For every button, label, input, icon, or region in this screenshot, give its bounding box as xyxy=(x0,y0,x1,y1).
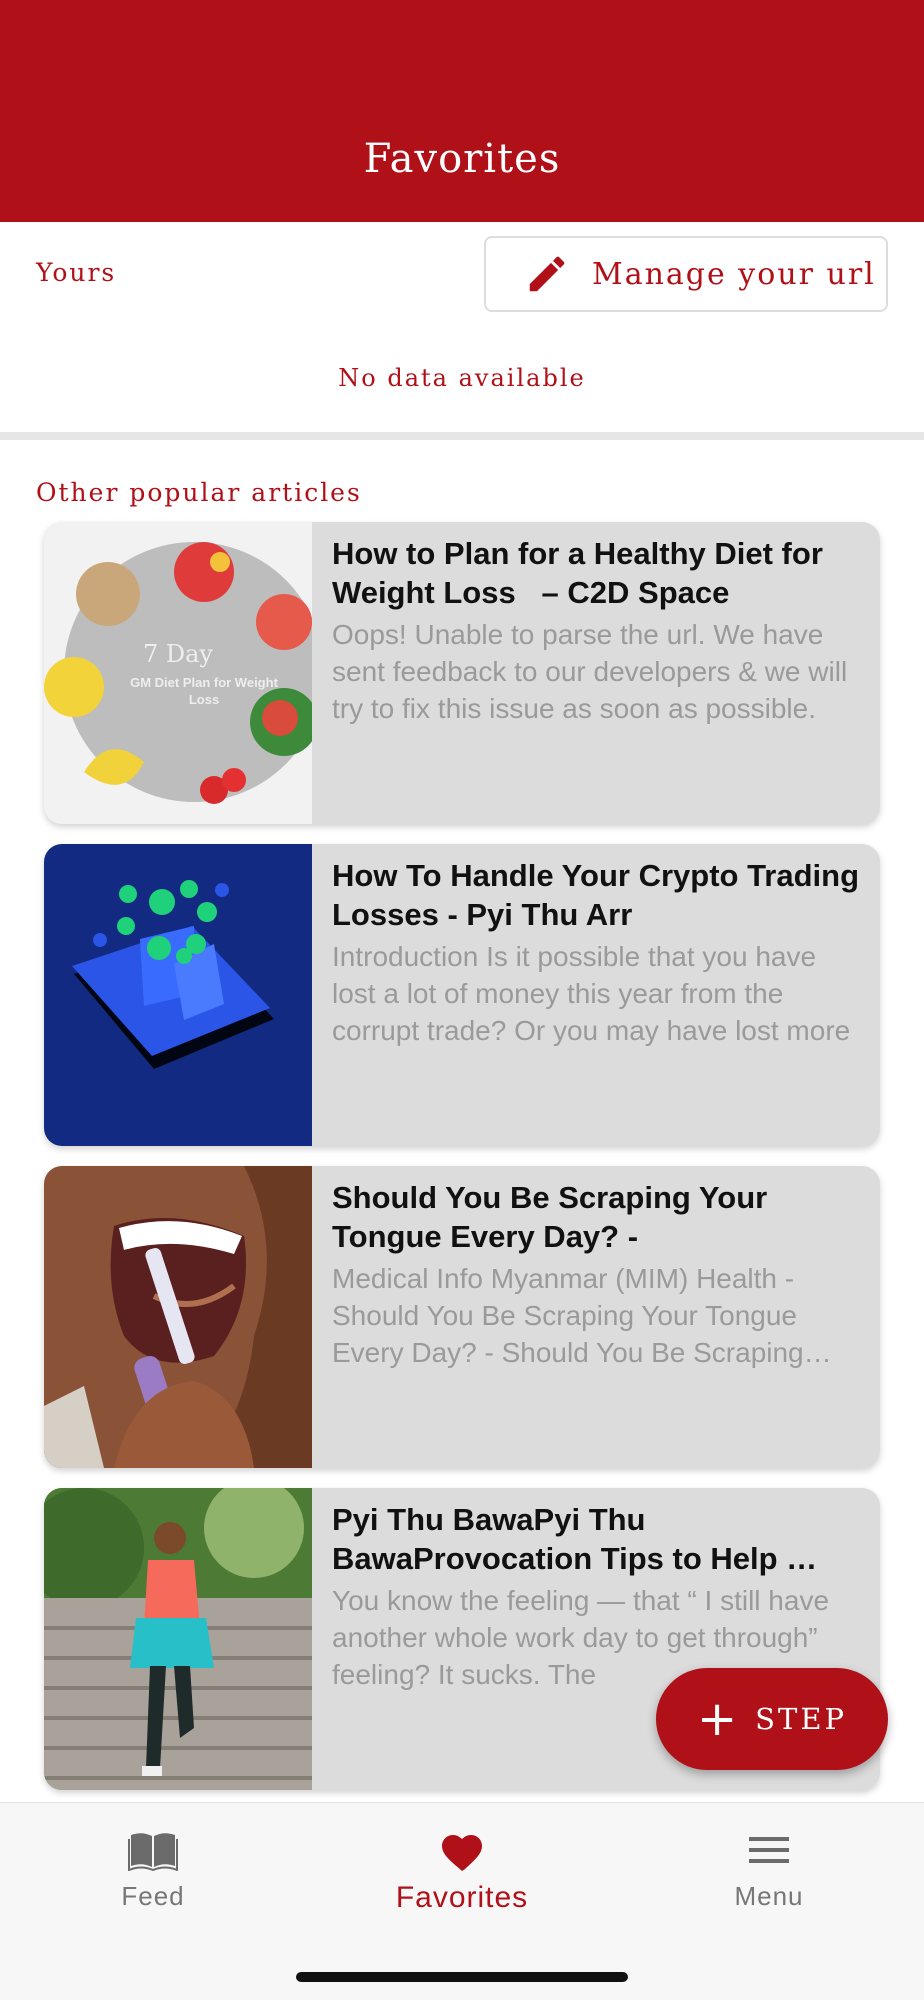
article-title: How to Plan for a Healthy Diet for Weigh… xyxy=(332,536,823,610)
tab-feed[interactable]: Feed xyxy=(53,1829,253,1912)
article-card[interactable]: Should You Be Scraping Your Tongue Every… xyxy=(44,1166,880,1468)
article-title: How To Handle Your Crypto Trading Losses… xyxy=(332,858,860,932)
article-title: Should You Be Scraping Your Tongue Every… xyxy=(332,1180,768,1254)
article-description: Oops! Unable to parse the url. We have s… xyxy=(332,619,848,724)
tab-menu-label: Menu xyxy=(734,1881,804,1911)
page-title: Favorites xyxy=(363,136,561,182)
add-step-label: STEP xyxy=(755,1702,848,1736)
pencil-icon xyxy=(529,256,565,292)
tab-feed-label: Feed xyxy=(121,1881,185,1911)
article-description: Medical Info Myanmar (MIM) Health - Shou… xyxy=(332,1263,804,1368)
popular-section-label: Other popular articles xyxy=(36,478,362,507)
manage-url-button[interactable]: Manage your url xyxy=(484,236,888,312)
thumbnail-subcaption: GM Diet Plan for Weight Loss xyxy=(130,675,278,707)
thumbnail-caption: 7 Day xyxy=(142,640,213,668)
app-header: Favorites xyxy=(0,0,924,222)
add-step-button[interactable]: + STEP xyxy=(656,1668,888,1770)
tab-menu[interactable]: Menu xyxy=(669,1829,869,1912)
article-card[interactable]: 7 Day GM Diet Plan for Weight Loss How t… xyxy=(44,522,880,824)
section-divider xyxy=(0,432,924,440)
article-thumbnail xyxy=(44,1166,312,1468)
empty-state-text: No data available xyxy=(338,364,586,392)
article-thumbnail xyxy=(44,844,312,1146)
article-card[interactable]: How To Handle Your Crypto Trading Losses… xyxy=(44,844,880,1146)
book-icon xyxy=(128,1833,178,1871)
manage-url-label: Manage your url xyxy=(592,256,876,292)
heart-icon xyxy=(442,1835,482,1871)
tab-favorites-label: Favorites xyxy=(395,1881,529,1914)
article-thumbnail xyxy=(44,1488,312,1790)
tab-favorites[interactable]: Favorites xyxy=(362,1829,562,1915)
bottom-tab-bar: Feed Favorites Menu xyxy=(0,1802,924,2000)
yours-section-label: Yours xyxy=(36,258,117,287)
article-thumbnail: 7 Day GM Diet Plan for Weight Loss xyxy=(44,522,312,824)
home-indicator xyxy=(296,1972,628,1982)
hamburger-icon xyxy=(749,1837,789,1863)
article-description: Introduction Is it possible that you hav… xyxy=(332,941,851,1046)
article-title: Pyi Thu BawaPyi Thu BawaProvocation Tips… xyxy=(332,1502,818,1576)
plus-icon: + xyxy=(696,1691,738,1747)
